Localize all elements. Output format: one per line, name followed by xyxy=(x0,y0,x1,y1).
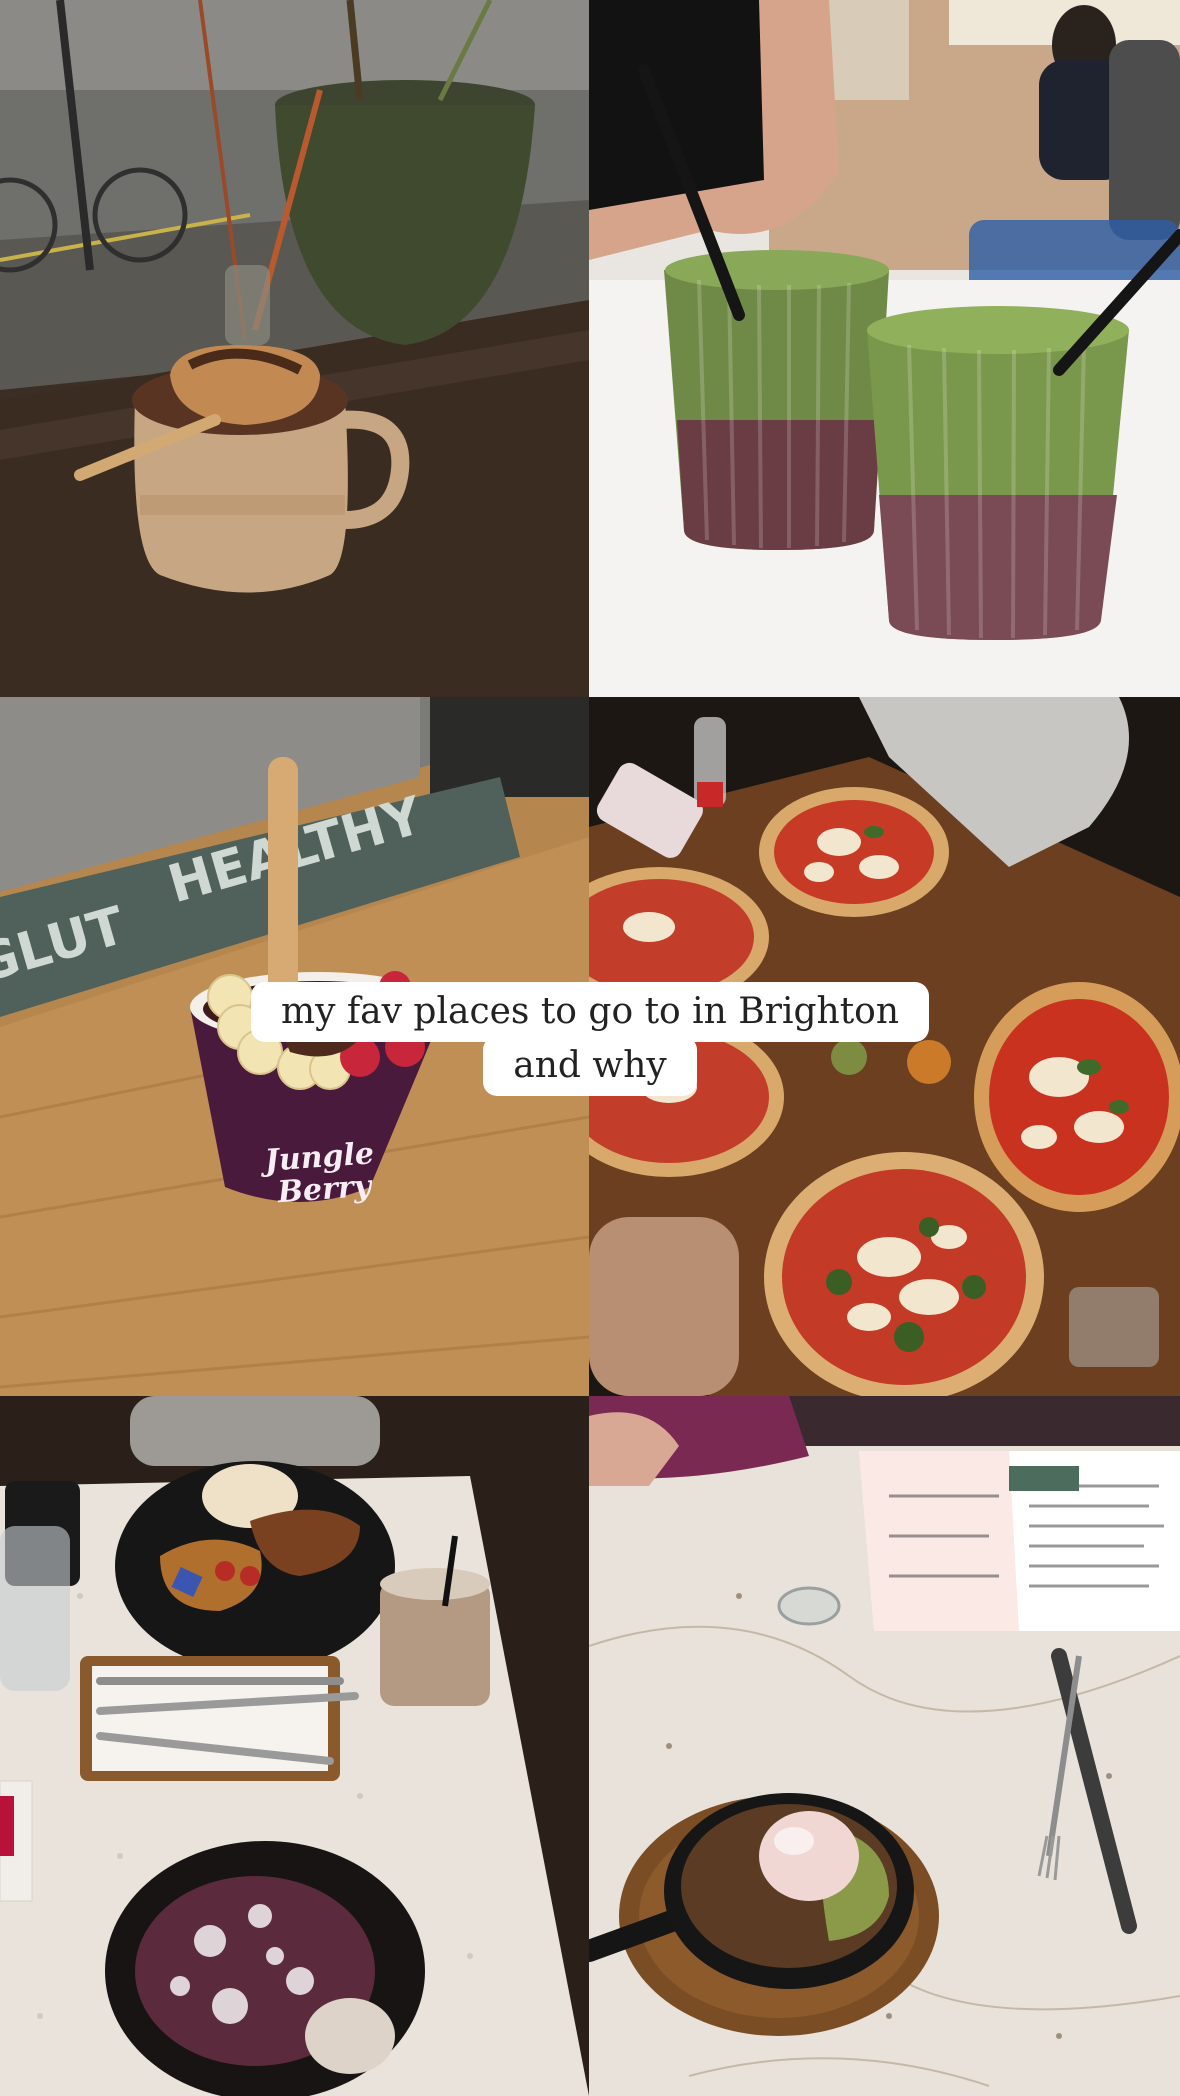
photo-matcha-drinks xyxy=(589,0,1180,697)
pizzas-image xyxy=(589,697,1180,1396)
skillet-dessert-image xyxy=(589,1396,1180,2096)
hot-chocolate-image xyxy=(0,0,589,697)
photo-hot-chocolate xyxy=(0,0,589,697)
photo-brunch-table xyxy=(0,1396,589,2096)
photo-skillet-dessert xyxy=(589,1396,1180,2096)
photo-acai-bowl: HEALTHY GLUT xyxy=(0,697,589,1396)
photo-collage: HEALTHY GLUT xyxy=(0,0,1180,2096)
pizza-right xyxy=(974,982,1180,1212)
matcha-drinks-image xyxy=(589,0,1180,697)
cup-brand-berry: Berry xyxy=(275,1169,374,1211)
pizza-top xyxy=(759,787,949,917)
brunch-table-image xyxy=(0,1396,589,2096)
photo-pizzas xyxy=(589,697,1180,1396)
pizza-bottom xyxy=(764,1152,1044,1396)
acai-bowl-image: HEALTHY GLUT xyxy=(0,697,589,1396)
